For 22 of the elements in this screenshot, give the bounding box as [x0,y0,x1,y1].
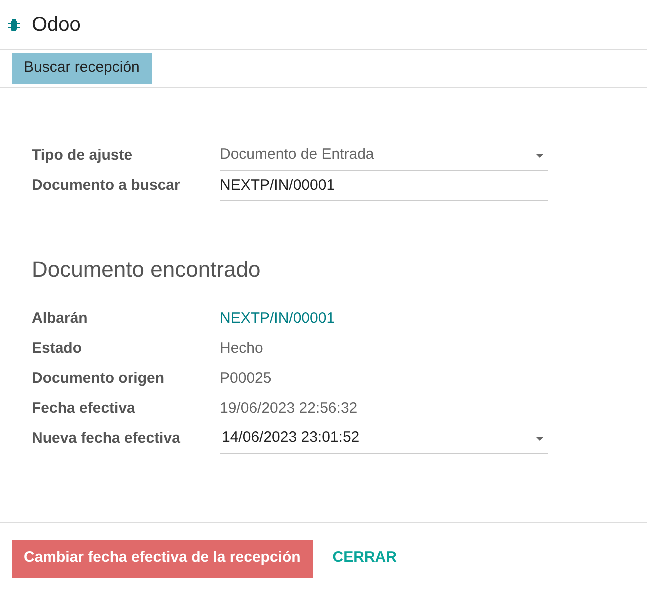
field-value: Hecho [220,338,264,359]
caret-icon [536,154,544,158]
select-field[interactable]: Documento de Entrada [220,142,548,170]
search-reception-button[interactable]: Buscar recepción [12,53,152,84]
field-label: Albarán [32,308,89,329]
document-link[interactable]: NEXTP/IN/00001 [220,308,336,330]
bug-icon [8,18,20,31]
field-label: Tipo de ajuste [32,146,134,166]
input-field[interactable]: NEXTP/IN/00001 [220,172,548,200]
section-heading: Documento encontrado [32,256,262,284]
field-value: 19/06/2023 22:56:32 [220,398,358,419]
field-label: Documento origen [32,368,166,389]
change-date-button[interactable]: Cambiar fecha efectiva de la recepción [12,540,313,578]
caret-icon [536,436,544,440]
field-label: Fecha efectiva [32,398,136,419]
field-label: Documento a buscar [32,176,182,196]
field-value: P00025 [220,368,272,389]
close-button[interactable]: CERRAR [332,547,397,570]
field-label: Estado [32,338,84,359]
field-label: Nueva fecha efectiva [32,428,182,449]
window-title: Odoo [32,12,81,38]
select-field[interactable]: 14/06/2023 23:01:52 [220,424,548,454]
